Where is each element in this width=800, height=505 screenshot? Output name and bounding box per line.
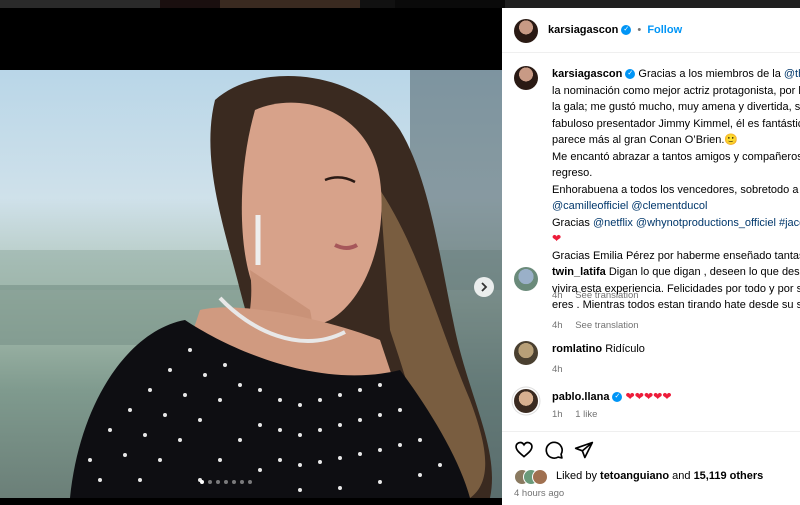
comment-line: Ridículo: [605, 343, 645, 355]
comment-text: romlatino Ridículo: [552, 341, 800, 358]
carousel-dot: [216, 480, 220, 484]
comment-line: Digan lo que digan , deseen lo que desee…: [608, 266, 800, 278]
carousel-dot: [200, 480, 204, 484]
comment-time: 1h: [552, 409, 563, 420]
carousel-dot: [232, 480, 236, 484]
commenter-avatar[interactable]: [514, 267, 538, 291]
comment-meta: 4h See translation: [552, 320, 649, 331]
carousel-dot: [208, 480, 212, 484]
and-label: and: [669, 470, 694, 482]
carousel-dot: [248, 480, 252, 484]
likes-summary: Liked by tetoanguiano and 15,119 others: [556, 470, 763, 482]
post-header: karsiagascon ✓ • Follow: [502, 8, 800, 53]
comment-meta: 1h 1 like: [552, 409, 607, 420]
verified-badge-icon: ✓: [612, 392, 623, 403]
post-media: [0, 8, 502, 505]
post-details-panel: karsiagascon ✓ • Follow karsiagascon ✓ Gra…: [502, 8, 800, 505]
caption-username[interactable]: karsiagascon: [552, 68, 622, 80]
caption-line-text: Gracias a los miembros de la: [638, 68, 784, 80]
commenter-username[interactable]: pablo.llana: [552, 391, 609, 403]
caption-line: Gracias Emilia Pérez por haberme enseñad…: [552, 249, 800, 262]
carousel-dot: [224, 480, 228, 484]
mention-link[interactable]: @theac: [784, 68, 800, 80]
caption-line: regreso.: [552, 167, 593, 179]
caption-text: karsiagascon ✓ Gracias a los miembros de …: [552, 66, 800, 264]
commenter-username[interactable]: romlatino: [552, 343, 602, 355]
liked-by-label: Liked by: [556, 470, 601, 482]
avatar: [532, 469, 548, 485]
verified-badge-icon: ✓: [621, 25, 632, 36]
comment-text: pablo.llana ✓ ❤❤❤❤❤: [552, 389, 800, 406]
caption-line: karsiagascon ✓ Gracias a los miembros de …: [552, 66, 800, 83]
browser-top-strip: [0, 0, 800, 8]
comment-bubble-icon[interactable]: [544, 440, 564, 460]
caption-line: Enhorabuena a todos los vencedores, sobr…: [552, 182, 800, 199]
comment-time: 4h: [552, 364, 563, 375]
header-user-line: karsiagascon ✓ • Follow: [548, 24, 682, 36]
caption-line: la nominación como mejor actriz protagon…: [552, 84, 800, 97]
caption-line-text: Gracias: [552, 216, 593, 229]
likes-count[interactable]: 15,119 others: [694, 470, 764, 482]
separator-dot: •: [637, 24, 642, 36]
mention-link[interactable]: @camilleofficiel @clementducol: [552, 198, 800, 215]
caption-line: Gracias @netflix @whynotproductions_offi…: [552, 215, 800, 232]
commenter-avatar[interactable]: [514, 389, 538, 413]
carousel-next-button[interactable]: [474, 277, 494, 297]
comment-time: 4h: [552, 320, 563, 331]
carousel-indicators: [200, 480, 252, 484]
follow-button[interactable]: Follow: [647, 24, 682, 36]
comment-line: vivira esta experiencia. Felicidades por…: [552, 282, 800, 295]
chevron-right-icon: [481, 282, 488, 292]
author-username[interactable]: karsiagascon: [548, 24, 618, 36]
post-actions: Liked by tetoanguiano and 15,119 others …: [502, 431, 800, 505]
caption-line: parece más al gran Conan O’Brien.🙂: [552, 134, 739, 146]
caption-line-text: Enhorabuena a todos los vencedores, sobr…: [552, 183, 800, 196]
paper-plane-icon[interactable]: [574, 440, 594, 460]
comment-line: eres . Mientras todos estan tirando hate…: [552, 299, 800, 311]
heart-emoji: ❤: [552, 233, 562, 245]
liked-by-avatars: [514, 469, 554, 485]
caption-line: Me encantó abrazar a tantos amigos y com…: [552, 150, 800, 163]
verified-badge-icon: ✓: [625, 69, 636, 80]
comment-text: twin_latifa Digan lo que digan , deseen …: [552, 264, 800, 314]
caption-author-avatar[interactable]: [514, 66, 538, 90]
commenter-avatar[interactable]: [514, 341, 538, 365]
caption-line: fabuloso presentador Jimmy Kimmel, él es…: [552, 117, 800, 130]
post-photo: [0, 70, 502, 498]
carousel-dot: [240, 480, 244, 484]
liked-by-user[interactable]: tetoanguiano: [600, 470, 669, 482]
post-timestamp: 4 hours ago: [514, 488, 565, 499]
caption-line: la gala; me gustó mucho, muy amena y div…: [552, 101, 800, 113]
heart-outline-icon[interactable]: [514, 440, 534, 460]
mention-link[interactable]: @netflix @whynotproductions_officiel #ja…: [593, 217, 800, 229]
comment-meta: 4h: [552, 364, 573, 375]
see-translation-link[interactable]: See translation: [575, 320, 638, 331]
comment-likes[interactable]: 1 like: [575, 409, 597, 420]
heart-emojis: ❤❤❤❤❤: [625, 391, 672, 403]
comments-list[interactable]: karsiagascon ✓ Gracias a los miembros de …: [502, 53, 800, 431]
commenter-username[interactable]: twin_latifa: [552, 266, 606, 278]
author-avatar[interactable]: [514, 19, 538, 43]
